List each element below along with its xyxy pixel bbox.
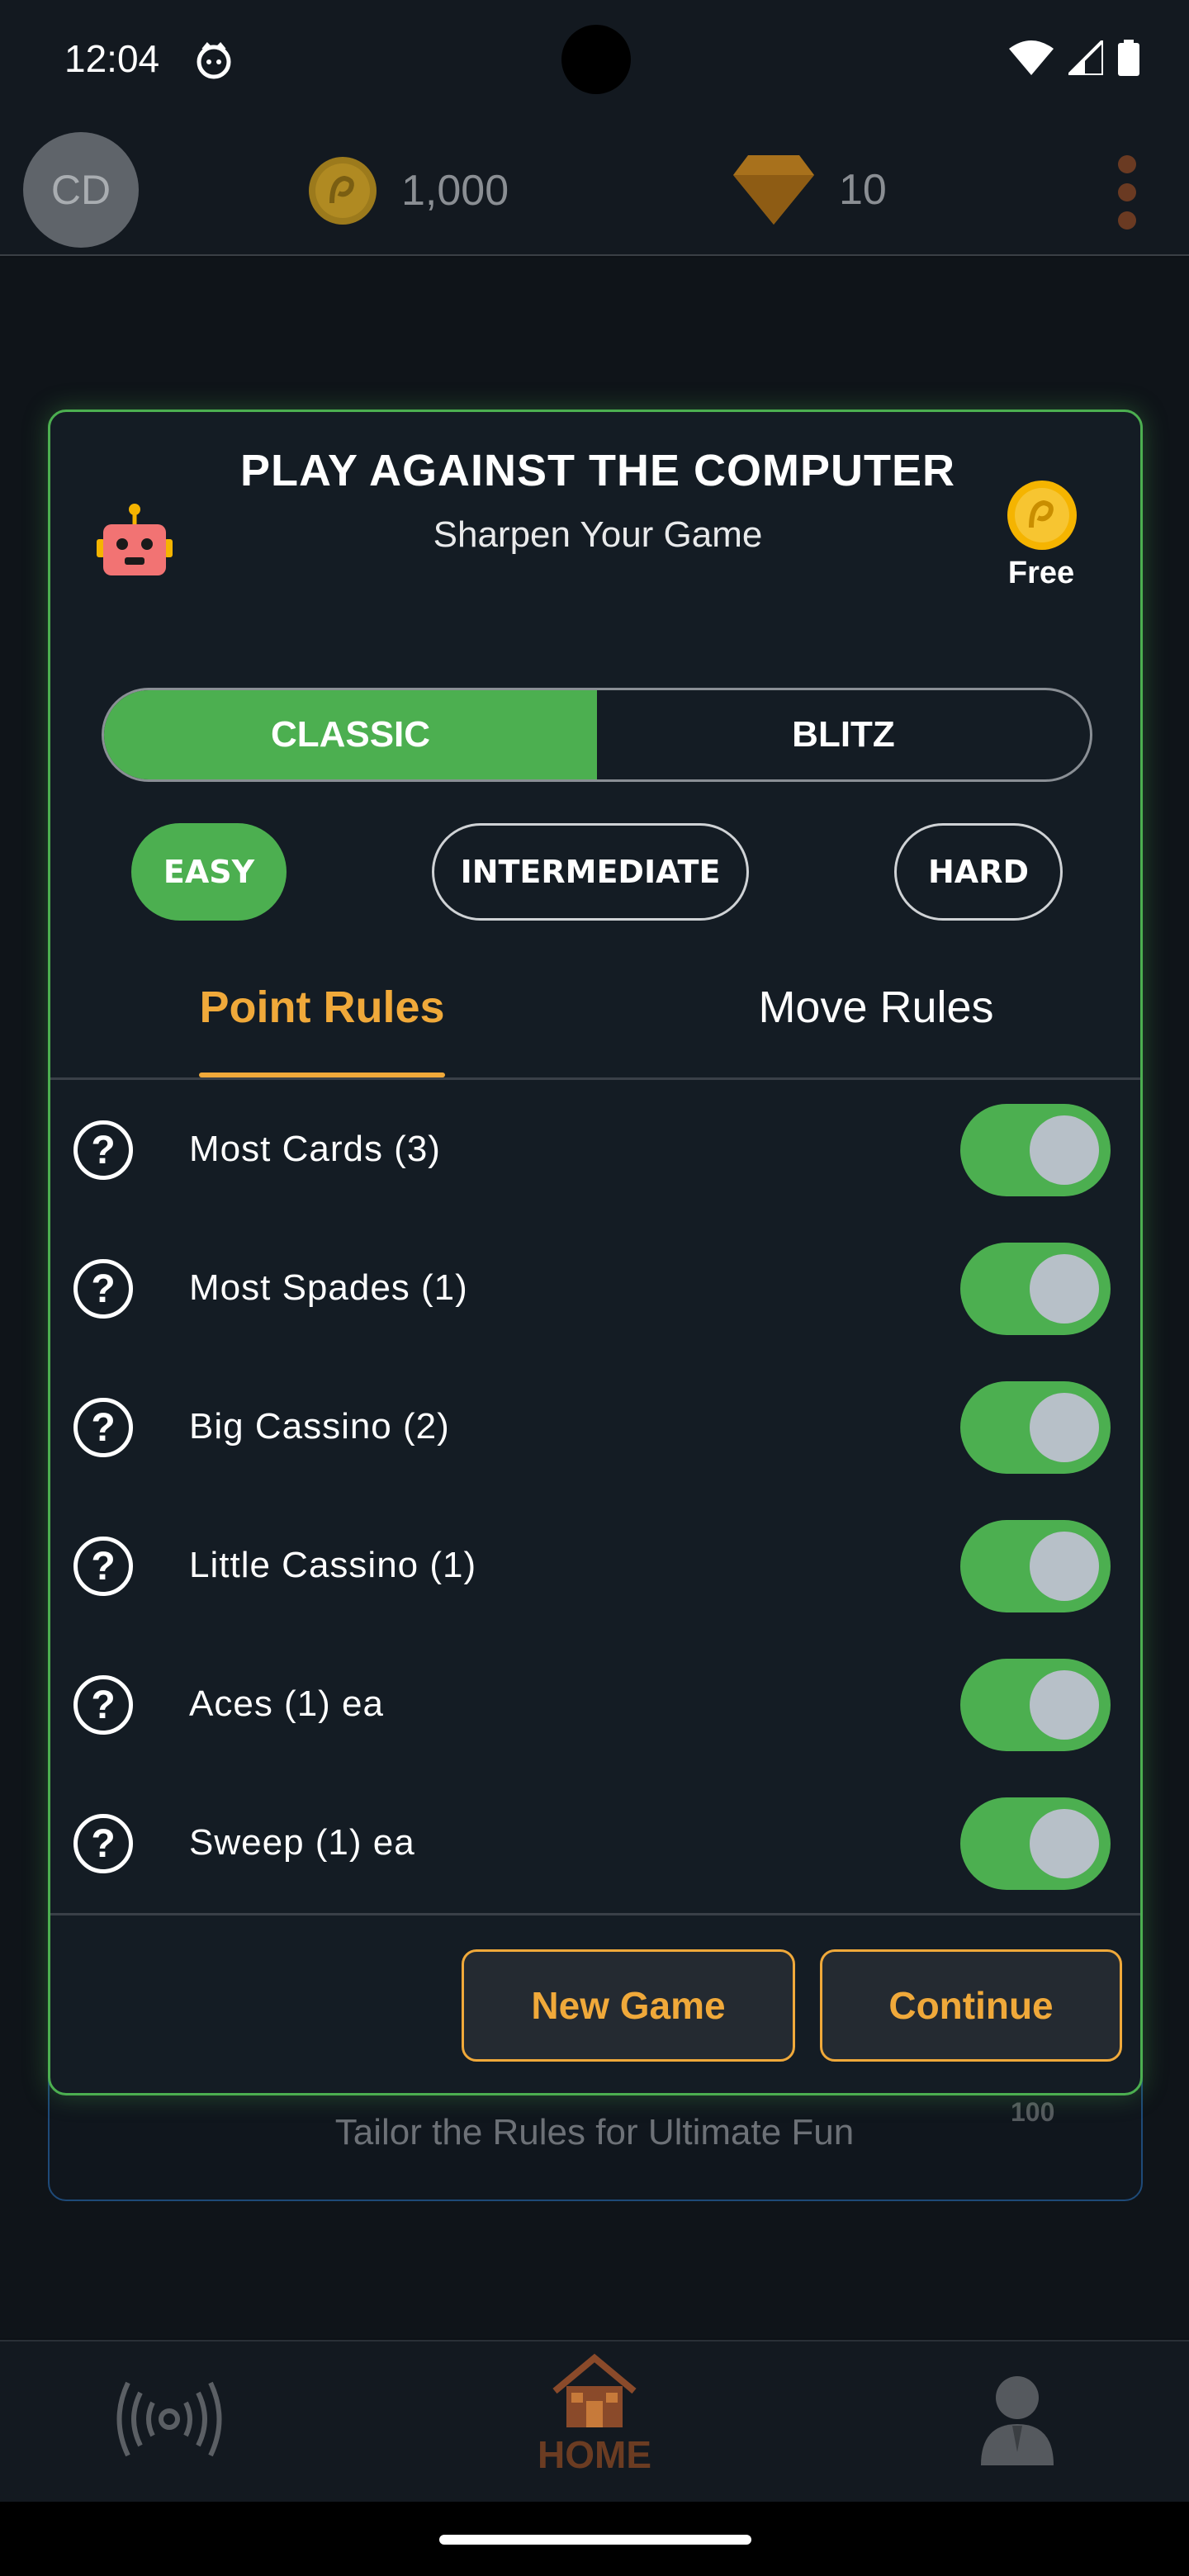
coin-count: 1,000	[401, 167, 509, 215]
rule-label: Most Cards (3)	[189, 1129, 441, 1169]
coin-icon	[309, 157, 377, 225]
status-time: 12:04	[64, 37, 160, 80]
kebab-menu-icon[interactable]	[1115, 155, 1139, 230]
status-bar: 12:04	[0, 0, 1189, 124]
rule-label: Sweep (1) ea	[189, 1822, 415, 1863]
rule-row: ? Sweep (1) ea	[50, 1774, 1140, 1913]
rule-label: Most Spades (1)	[189, 1267, 468, 1308]
dialog-title: PLAY AGAINST THE COMPUTER	[239, 446, 956, 495]
battery-icon	[1118, 40, 1139, 76]
home-gesture-handle[interactable]	[439, 2535, 751, 2545]
rule-row: ? Aces (1) ea	[50, 1636, 1140, 1774]
difficulty-hard-button[interactable]: HARD	[894, 823, 1063, 921]
profile-icon[interactable]	[979, 2373, 1055, 2465]
rule-label: Aces (1) ea	[189, 1683, 384, 1724]
mode-blitz-button[interactable]: BLITZ	[597, 690, 1090, 779]
entry-fee-label: Free	[1007, 556, 1075, 590]
face-icon	[197, 42, 231, 79]
rule-toggle[interactable]	[960, 1243, 1111, 1335]
rule-toggle[interactable]	[960, 1104, 1111, 1196]
camera-cutout	[561, 25, 631, 94]
bottom-nav: HOME	[0, 2340, 1189, 2502]
tab-move-rules[interactable]: Move Rules	[752, 982, 1000, 1058]
gem-balance[interactable]: 10	[733, 155, 887, 225]
home-icon	[552, 2353, 637, 2427]
footer-divider	[50, 1913, 1140, 1915]
continue-button[interactable]: Continue	[820, 1949, 1122, 2062]
mode-classic-button[interactable]: CLASSIC	[104, 690, 597, 779]
top-app-bar: CD 1,000 10	[0, 124, 1189, 256]
help-icon[interactable]: ?	[73, 1398, 133, 1457]
rule-toggle[interactable]	[960, 1659, 1111, 1751]
play-computer-dialog: PLAY AGAINST THE COMPUTER Sharpen Your G…	[48, 410, 1143, 2095]
status-icons	[1009, 40, 1139, 76]
rule-label: Little Cassino (1)	[189, 1545, 477, 1585]
gem-count: 10	[839, 166, 887, 214]
rule-toggle[interactable]	[960, 1520, 1111, 1612]
rule-row: ? Big Cassino (2)	[50, 1358, 1140, 1497]
rule-row: ? Most Cards (3)	[50, 1081, 1140, 1219]
rule-label: Big Cassino (2)	[189, 1406, 450, 1447]
help-icon[interactable]: ?	[73, 1537, 133, 1596]
tab-point-rules[interactable]: Point Rules	[199, 982, 445, 1058]
rule-toggle[interactable]	[960, 1797, 1111, 1890]
live-icon[interactable]	[116, 2378, 223, 2460]
rule-row: ? Little Cassino (1)	[50, 1497, 1140, 1636]
help-icon[interactable]: ?	[73, 1259, 133, 1319]
nav-home-label: HOME	[538, 2433, 651, 2476]
difficulty-intermediate-button[interactable]: INTERMEDIATE	[432, 823, 749, 921]
rule-row: ? Most Spades (1)	[50, 1219, 1140, 1358]
help-icon[interactable]: ?	[73, 1814, 133, 1873]
nav-home[interactable]: HOME	[512, 2353, 677, 2493]
wifi-icon	[1009, 40, 1054, 75]
game-mode-toggle: CLASSIC BLITZ	[102, 688, 1092, 782]
signal-icon	[1068, 40, 1103, 75]
coin-balance[interactable]: 1,000	[307, 155, 509, 226]
tab-divider	[50, 1077, 1140, 1080]
avatar[interactable]: CD	[23, 132, 139, 248]
rule-toggle[interactable]	[960, 1381, 1111, 1474]
difficulty-easy-button[interactable]: EASY	[131, 823, 287, 921]
new-game-button[interactable]: New Game	[462, 1949, 795, 2062]
dialog-subtitle: Sharpen Your Game	[433, 514, 763, 555]
coin-icon	[1007, 481, 1077, 550]
custom-game-fee: 100	[1011, 2097, 1055, 2127]
help-icon[interactable]: ?	[73, 1675, 133, 1735]
help-icon[interactable]: ?	[73, 1120, 133, 1180]
gem-icon	[733, 155, 814, 225]
